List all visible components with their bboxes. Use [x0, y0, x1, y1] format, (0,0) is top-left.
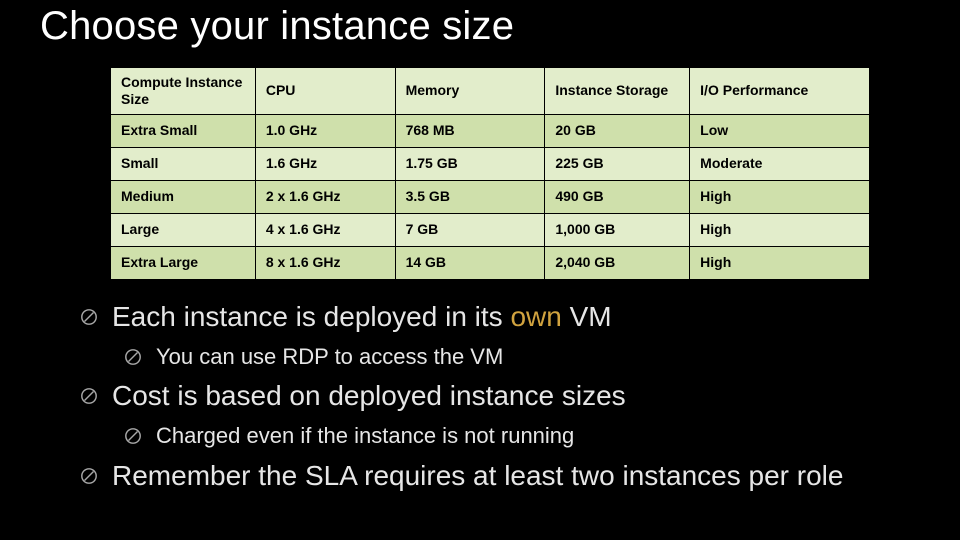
- bullet-text: Remember the SLA requires at least two i…: [112, 455, 843, 497]
- table-cell: High: [690, 181, 870, 214]
- table-row: Large 4 x 1.6 GHz 7 GB 1,000 GB High: [111, 214, 870, 247]
- table-row: Extra Large 8 x 1.6 GHz 14 GB 2,040 GB H…: [111, 247, 870, 280]
- bullet-list: Each instance is deployed in its own VM …: [80, 296, 920, 497]
- bullet-text-part: Each instance is deployed in its: [112, 301, 510, 332]
- slide: Choose your instance size Compute Instan…: [0, 0, 960, 540]
- table-row: Small 1.6 GHz 1.75 GB 225 GB Moderate: [111, 148, 870, 181]
- table-cell: Medium: [111, 181, 256, 214]
- bullet-text: Cost is based on deployed instance sizes: [112, 375, 626, 417]
- bullet-text: Each instance is deployed in its own VM: [112, 296, 612, 338]
- table-header: CPU: [255, 68, 395, 115]
- table-cell: Small: [111, 148, 256, 181]
- table-cell: 8 x 1.6 GHz: [255, 247, 395, 280]
- bullet-icon: [124, 348, 142, 366]
- table-header: Compute Instance Size: [111, 68, 256, 115]
- table-row: Extra Small 1.0 GHz 768 MB 20 GB Low: [111, 115, 870, 148]
- bullet-icon: [80, 467, 98, 485]
- table-cell: 1.0 GHz: [255, 115, 395, 148]
- table-cell: 768 MB: [395, 115, 545, 148]
- table-cell: 490 GB: [545, 181, 690, 214]
- table-header-row: Compute Instance Size CPU Memory Instanc…: [111, 68, 870, 115]
- bullet-icon: [80, 308, 98, 326]
- bullet-icon: [80, 387, 98, 405]
- table-header: Instance Storage: [545, 68, 690, 115]
- instance-size-table: Compute Instance Size CPU Memory Instanc…: [110, 67, 870, 280]
- table-cell: Large: [111, 214, 256, 247]
- bullet-icon: [124, 427, 142, 445]
- list-item-sub: Charged even if the instance is not runn…: [124, 417, 920, 454]
- table-cell: 225 GB: [545, 148, 690, 181]
- table-cell: Low: [690, 115, 870, 148]
- table-cell: 7 GB: [395, 214, 545, 247]
- table-cell: 2,040 GB: [545, 247, 690, 280]
- table-cell: High: [690, 214, 870, 247]
- table-cell: 2 x 1.6 GHz: [255, 181, 395, 214]
- page-title: Choose your instance size: [40, 4, 920, 49]
- table-cell: Moderate: [690, 148, 870, 181]
- table-cell: 20 GB: [545, 115, 690, 148]
- table-cell: 14 GB: [395, 247, 545, 280]
- table-header: Memory: [395, 68, 545, 115]
- table-cell: Extra Small: [111, 115, 256, 148]
- list-item: Remember the SLA requires at least two i…: [80, 455, 920, 497]
- bullet-text: You can use RDP to access the VM: [156, 338, 503, 375]
- table-header: I/O Performance: [690, 68, 870, 115]
- table-row: Medium 2 x 1.6 GHz 3.5 GB 490 GB High: [111, 181, 870, 214]
- table-cell: 3.5 GB: [395, 181, 545, 214]
- table-cell: 1.75 GB: [395, 148, 545, 181]
- table-cell: Extra Large: [111, 247, 256, 280]
- table-cell: 4 x 1.6 GHz: [255, 214, 395, 247]
- list-item-sub: You can use RDP to access the VM: [124, 338, 920, 375]
- table-cell: 1.6 GHz: [255, 148, 395, 181]
- list-item: Cost is based on deployed instance sizes: [80, 375, 920, 417]
- table-cell: 1,000 GB: [545, 214, 690, 247]
- bullet-text: Charged even if the instance is not runn…: [156, 417, 574, 454]
- bullet-text-part: VM: [562, 301, 612, 332]
- table-cell: High: [690, 247, 870, 280]
- bullet-highlight: own: [510, 301, 561, 332]
- list-item: Each instance is deployed in its own VM: [80, 296, 920, 338]
